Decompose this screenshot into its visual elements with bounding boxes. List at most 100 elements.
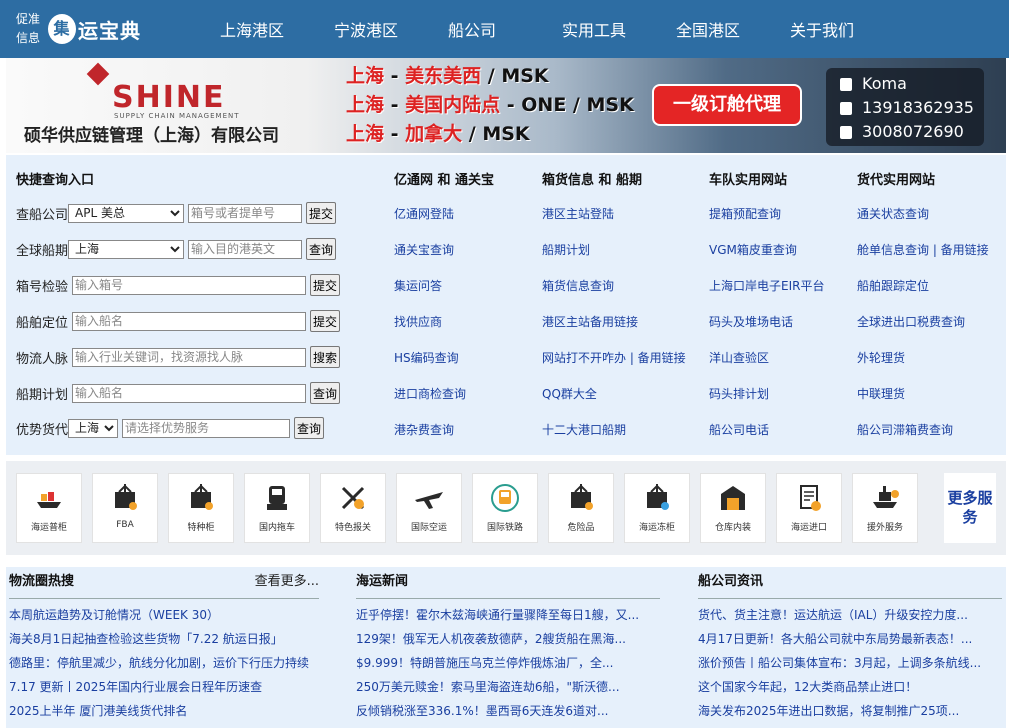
origin-port-select[interactable]: 上海 <box>68 239 184 259</box>
quick-link[interactable]: 网站打不开咋办 | 备用链接 <box>542 349 686 366</box>
quick-link[interactable]: 船舶跟踪定位 <box>857 277 929 294</box>
customs-icon <box>337 486 369 518</box>
more-services-button[interactable]: 更多服务 <box>944 473 996 543</box>
container-number-input[interactable] <box>72 275 306 295</box>
quick-link[interactable]: 舱单信息查询 | 备用链接 <box>857 241 989 258</box>
quick-link[interactable]: 中联理货 <box>857 385 905 402</box>
service-tile[interactable]: 国际空运 <box>396 473 462 543</box>
quick-link[interactable]: 船公司滞箱费查询 <box>857 421 953 438</box>
service-tile[interactable]: FBA <box>92 473 158 543</box>
aid-ship-icon <box>869 486 901 518</box>
container-check-button[interactable]: 提交 <box>310 274 341 296</box>
service-tile-label: 仓库内装 <box>714 523 751 533</box>
query-label: 物流人脉 <box>16 351 69 367</box>
forwarder-service-input[interactable] <box>122 418 290 438</box>
service-tile[interactable]: 国际铁路 <box>472 473 538 543</box>
news-item[interactable]: 海关8月1日起抽查检验这些货物「7.22 航运日报」 <box>9 627 319 651</box>
route-carrier: MSK <box>501 65 549 87</box>
company-name: 硕华供应链管理（上海）有限公司 <box>24 126 279 146</box>
network-search-button[interactable]: 搜索 <box>310 346 341 368</box>
column-title-fleet: 车队实用网站 <box>709 173 788 188</box>
quick-link[interactable]: 码头及堆场电话 <box>709 313 793 330</box>
news-item[interactable]: 德路里：停航里减少，航线分化加剧，运价下行压力持续 <box>9 651 319 675</box>
query-label: 全球船期 <box>16 243 69 259</box>
quick-link[interactable]: 港区主站备用链接 <box>542 313 638 330</box>
plane-icon <box>413 492 445 518</box>
nav-item-shipping-lines[interactable]: 船公司 <box>448 17 562 41</box>
nav-item-tools[interactable]: 实用工具 <box>562 17 676 41</box>
news-item[interactable]: 货代、货主注意！运达航运（IAL）升级安控力度... <box>698 603 1002 627</box>
quick-link[interactable]: 找供应商 <box>394 313 442 330</box>
quick-link[interactable]: 提箱预配查询 <box>709 205 781 222</box>
quick-link[interactable]: 亿通网登陆 <box>394 205 454 222</box>
service-tile[interactable]: 援外服务 <box>852 473 918 543</box>
news-item[interactable]: 海关发布2025年进出口数据，将复制推广25项... <box>698 699 1002 723</box>
service-tile[interactable]: 海运普柜 <box>16 473 82 543</box>
quick-link[interactable]: VGM箱皮重查询 <box>709 241 797 258</box>
quick-link[interactable]: 船公司电话 <box>709 421 769 438</box>
service-tile[interactable]: 海运进口 <box>776 473 842 543</box>
news-item[interactable]: 本周航运趋势及订舱情况（WEEK 30） <box>9 603 319 627</box>
vessel-locate-button[interactable]: 提交 <box>310 310 341 332</box>
nav-item-ningbo-port[interactable]: 宁波港区 <box>334 17 448 41</box>
forwarder-city-select[interactable]: 上海 <box>68 418 118 438</box>
vessel-plan-query-button[interactable]: 查询 <box>310 382 341 404</box>
service-tile[interactable]: 特色报关 <box>320 473 386 543</box>
view-more-link[interactable]: 查看更多... <box>255 567 319 597</box>
query-label: 箱号检验 <box>16 279 69 295</box>
carrier-submit-button[interactable]: 提交 <box>306 202 337 224</box>
nav-item-shanghai-port[interactable]: 上海港区 <box>220 17 334 41</box>
ad-banner[interactable]: SHINE SUPPLY CHAIN MANAGEMENT 硕华供应链管理（上海… <box>6 58 1006 153</box>
quick-link[interactable]: 十二大港口船期 <box>542 421 626 438</box>
query-row-container-check: 箱号检验 提交 <box>16 274 341 296</box>
quick-link[interactable]: QQ群大全 <box>542 385 597 402</box>
service-tile[interactable]: 海运冻柜 <box>624 473 690 543</box>
nav-item-about-us[interactable]: 关于我们 <box>790 17 904 41</box>
news-item[interactable]: 近乎停摆！霍尔木兹海峡通行量骤降至每日1艘，又... <box>356 603 660 627</box>
news-item[interactable]: 反倾销税涨至336.1%！墨西哥6天连发6道对... <box>356 699 660 723</box>
news-item[interactable]: 涨价预告丨船公司集体宣布：3月起，上调多条航线... <box>698 651 1002 675</box>
quick-link[interactable]: 进口商检查询 <box>394 385 466 402</box>
service-tile-label: 国内拖车 <box>258 523 295 533</box>
quick-link[interactable]: 码头排计划 <box>709 385 769 402</box>
quick-link[interactable]: 港区主站登陆 <box>542 205 614 222</box>
nav-item-national-ports[interactable]: 全国港区 <box>676 17 790 41</box>
forwarder-query-button[interactable]: 查询 <box>294 417 325 439</box>
news-item[interactable]: 2025上半年 厦门港美线货代排名 <box>9 699 319 723</box>
service-tile[interactable]: 国内拖车 <box>244 473 310 543</box>
quick-link[interactable]: 港杂费查询 <box>394 421 454 438</box>
route-from: 上海 <box>346 123 385 145</box>
quick-link[interactable]: 外轮理货 <box>857 349 905 366</box>
route-line: 上海 - 美东美西 / MSK <box>346 65 549 87</box>
quick-link[interactable]: 箱货信息查询 <box>542 277 614 294</box>
network-keyword-input[interactable] <box>72 347 306 367</box>
quick-link[interactable]: 上海口岸电子EIR平台 <box>709 277 824 294</box>
plan-vessel-name-input[interactable] <box>72 383 306 403</box>
quick-link[interactable]: HS编码查询 <box>394 349 459 366</box>
vessel-name-input[interactable] <box>72 311 306 331</box>
schedule-query-button[interactable]: 查询 <box>306 238 337 260</box>
news-item[interactable]: 250万美元赎金！索马里海盗连劫6船，"斯沃德... <box>356 675 660 699</box>
site-logo[interactable]: 促准 信息 集 运宝典 <box>0 0 180 58</box>
news-item[interactable]: 7.17 更新丨2025年国内行业展会日程年历速查 <box>9 675 319 699</box>
booking-agent-badge[interactable]: 一级订舱代理 <box>654 86 800 124</box>
service-tile[interactable]: 特种柜 <box>168 473 234 543</box>
news-item[interactable]: $9.999！特朗普施压乌克兰停炸俄炼油厂，全... <box>356 651 660 675</box>
destination-port-input[interactable] <box>188 239 302 259</box>
quick-link[interactable]: 集运问答 <box>394 277 442 294</box>
carrier-select[interactable]: APL 美总 <box>68 203 184 223</box>
bl-number-input[interactable] <box>188 203 302 223</box>
quick-link[interactable]: 通关状态查询 <box>857 205 929 222</box>
quick-link[interactable]: 洋山查验区 <box>709 349 769 366</box>
top-nav: 促准 信息 集 运宝典 上海港区 宁波港区 船公司 实用工具 全国港区 关于我们 <box>0 0 1009 58</box>
shine-brand-sub: SUPPLY CHAIN MANAGEMENT <box>114 112 240 120</box>
query-row-vessel-location: 船舶定位 提交 <box>16 310 341 332</box>
quick-link[interactable]: 通关宝查询 <box>394 241 454 258</box>
quick-link[interactable]: 船期计划 <box>542 241 590 258</box>
service-tile[interactable]: 危险品 <box>548 473 614 543</box>
quick-link[interactable]: 全球进出口税费查询 <box>857 313 965 330</box>
news-item[interactable]: 4月17日更新！各大船公司就中东局势最新表态！... <box>698 627 1002 651</box>
news-item[interactable]: 这个国家今年起，12大类商品禁止进口！ <box>698 675 1002 699</box>
news-item[interactable]: 129架！俄军无人机夜袭敖德萨，2艘货船在黑海... <box>356 627 660 651</box>
service-tile[interactable]: 仓库内装 <box>700 473 766 543</box>
